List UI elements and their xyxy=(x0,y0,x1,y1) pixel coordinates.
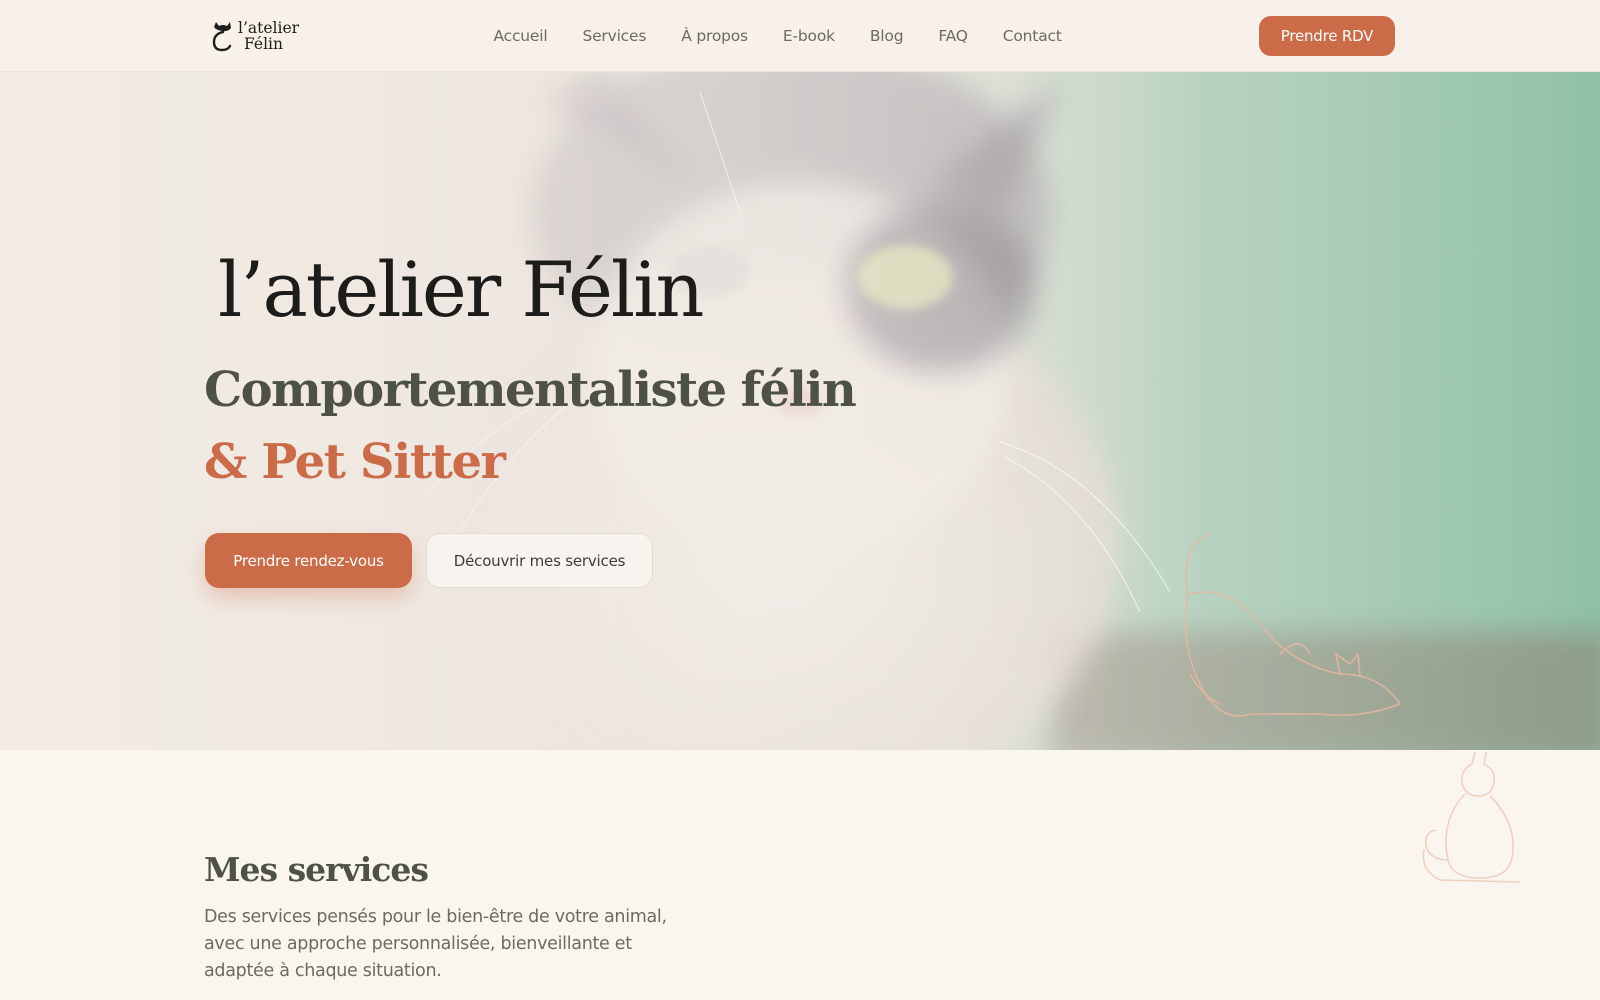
cat-outline-decoration xyxy=(1184,533,1402,717)
hero-subtitle-line-1: Comportementaliste félin xyxy=(204,362,857,418)
services-title: Mes services xyxy=(204,850,429,889)
nav-item-contact[interactable]: Contact xyxy=(985,27,1079,45)
decouvrir-services-button[interactable]: Découvrir mes services xyxy=(426,533,653,588)
site-logo[interactable]: l’atelier Félin xyxy=(208,16,308,56)
nav-item-accueil[interactable]: Accueil xyxy=(476,27,565,45)
logo-line-1: l’atelier xyxy=(238,19,300,37)
nav-item-blog[interactable]: Blog xyxy=(852,27,920,45)
services-description: Des services pensés pour le bien-être de… xyxy=(204,907,667,981)
nav-item-ebook[interactable]: E-book xyxy=(765,27,852,45)
prendre-rendez-vous-button[interactable]: Prendre rendez-vous xyxy=(205,533,412,588)
nav-item-faq[interactable]: FAQ xyxy=(921,27,985,45)
hero-brand-title: l’atelier Félin xyxy=(218,245,704,334)
logo-text: l’atelier Félin xyxy=(238,20,299,52)
prendre-rdv-button[interactable]: Prendre RDV xyxy=(1259,16,1395,56)
sitting-cat-decoration xyxy=(1422,751,1521,883)
nav-item-a-propos[interactable]: À propos xyxy=(664,27,766,45)
main-nav: Accueil Services À propos E-book Blog FA… xyxy=(476,0,1079,72)
logo-line-2: Félin xyxy=(244,35,283,53)
cat-logo-icon xyxy=(212,22,232,52)
site-header: l’atelier Félin Accueil Services À propo… xyxy=(0,0,1600,72)
hero-section: l’atelier Félin Comportementaliste félin… xyxy=(0,72,1600,750)
nav-item-services[interactable]: Services xyxy=(565,27,664,45)
hero-subtitle-line-2: & Pet Sitter xyxy=(204,434,506,490)
